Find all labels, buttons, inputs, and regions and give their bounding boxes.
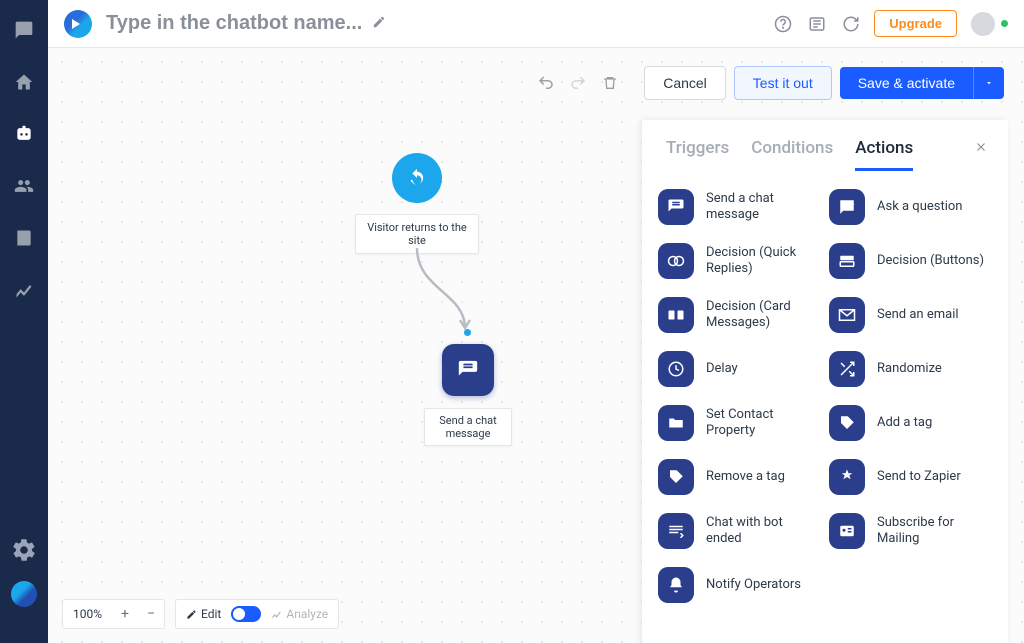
action-label: Send a chat message [706, 191, 821, 224]
status-indicator-icon [1001, 20, 1008, 27]
undo-icon[interactable] [534, 71, 558, 95]
header-bar: Upgrade [48, 0, 1024, 48]
quick-icon [658, 243, 694, 279]
buttons-icon [829, 243, 865, 279]
tab-conditions[interactable]: Conditions [751, 138, 833, 171]
shuffle-icon [829, 351, 865, 387]
delete-icon[interactable] [598, 71, 622, 95]
action-label: Ask a question [877, 199, 962, 215]
zoom-value: 100% [63, 607, 112, 621]
action-label: Remove a tag [706, 469, 785, 485]
help-icon[interactable] [772, 13, 794, 35]
trigger-node[interactable] [392, 153, 442, 203]
action-label: Set Contact Property [706, 407, 821, 440]
action-send-chat[interactable]: Send a chat message [658, 189, 821, 225]
email-icon [829, 297, 865, 333]
subscribe-icon [829, 513, 865, 549]
action-label: Send an email [877, 307, 959, 323]
side-panel-scroll[interactable]: Triggers Conditions Actions Send a chat … [642, 120, 1008, 643]
sidebar-home-icon[interactable] [12, 70, 36, 94]
edit-mode-label[interactable]: Edit [186, 607, 221, 621]
save-button[interactable]: Save & activate [840, 67, 973, 99]
sidebar-people-icon[interactable] [12, 174, 36, 198]
tag-icon [658, 459, 694, 495]
action-ask-question[interactable]: Ask a question [829, 189, 992, 225]
canvas-toolbar: Cancel Test it out Save & activate [534, 66, 1004, 100]
action-label: Add a tag [877, 415, 932, 431]
chatbot-name-input[interactable] [106, 12, 366, 35]
sidebar-settings-icon[interactable] [11, 537, 37, 563]
edit-name-icon[interactable] [372, 14, 386, 33]
save-dropdown-icon[interactable] [973, 67, 1004, 99]
left-sidebar [0, 0, 48, 643]
actions-list: Send a chat message Ask a question Decisio… [642, 171, 1008, 623]
chat-icon [658, 189, 694, 225]
sidebar-book-icon[interactable] [12, 226, 36, 250]
action-label: Decision (Buttons) [877, 253, 984, 269]
side-panel: Triggers Conditions Actions Send a chat … [642, 120, 1008, 643]
clock-icon [658, 351, 694, 387]
action-send-email[interactable]: Send an email [829, 297, 992, 333]
zoom-out-icon[interactable]: − [138, 599, 164, 629]
test-button[interactable]: Test it out [734, 66, 832, 100]
action-node[interactable] [442, 344, 494, 396]
cancel-button[interactable]: Cancel [644, 66, 726, 100]
flow-edge [415, 248, 475, 338]
zap-icon [829, 459, 865, 495]
bell-icon [658, 567, 694, 603]
action-add-tag[interactable]: Add a tag [829, 405, 992, 441]
action-decision-card[interactable]: Decision (Card Messages) [658, 297, 821, 333]
action-label: Subscribe for Mailing [877, 515, 992, 548]
action-delay[interactable]: Delay [658, 351, 821, 387]
close-panel-icon[interactable] [972, 138, 990, 156]
sidebar-analytics-icon[interactable] [12, 278, 36, 302]
action-remove-tag[interactable]: Remove a tag [658, 459, 821, 495]
tag-icon [829, 405, 865, 441]
sidebar-chat-icon[interactable] [12, 18, 36, 42]
zoom-control: 100% + − [62, 599, 165, 629]
action-chat-ended[interactable]: Chat with bot ended [658, 513, 821, 549]
folder-icon [658, 405, 694, 441]
canvas[interactable]: Cancel Test it out Save & activate Visit… [48, 48, 1024, 643]
edge-connector-icon[interactable] [464, 329, 471, 336]
question-icon [829, 189, 865, 225]
action-label: Chat with bot ended [706, 515, 821, 548]
action-randomize[interactable]: Randomize [829, 351, 992, 387]
user-avatar[interactable] [971, 12, 995, 36]
card-icon [658, 297, 694, 333]
action-decision-buttons[interactable]: Decision (Buttons) [829, 243, 992, 279]
analyze-mode-label[interactable]: Analyze [271, 607, 328, 621]
action-label: Send to Zapier [877, 469, 961, 485]
app-logo-icon[interactable] [64, 10, 92, 38]
action-label: Decision (Card Messages) [706, 299, 821, 332]
action-label: Randomize [877, 361, 942, 377]
mode-switch: Edit Analyze [175, 599, 339, 629]
action-notify-operators[interactable]: Notify Operators [658, 567, 821, 603]
upgrade-button[interactable]: Upgrade [874, 10, 957, 37]
news-icon[interactable] [806, 13, 828, 35]
action-decision-quick[interactable]: Decision (Quick Replies) [658, 243, 821, 279]
refresh-icon[interactable] [840, 13, 862, 35]
action-set-property[interactable]: Set Contact Property [658, 405, 821, 441]
action-label: Delay [706, 361, 738, 377]
action-subscribe-mail[interactable]: Subscribe for Mailing [829, 513, 992, 549]
action-node-label: Send a chat message [424, 408, 512, 446]
tab-actions[interactable]: Actions [855, 138, 913, 171]
sidebar-bot-icon[interactable] [12, 122, 36, 146]
redo-icon [566, 71, 590, 95]
tab-triggers[interactable]: Triggers [666, 138, 729, 171]
sidebar-brand-icon[interactable] [11, 581, 37, 607]
zoom-in-icon[interactable]: + [112, 599, 138, 629]
mode-toggle[interactable] [231, 606, 261, 622]
action-label: Decision (Quick Replies) [706, 245, 821, 278]
end-icon [658, 513, 694, 549]
action-label: Notify Operators [706, 577, 801, 593]
action-send-zapier[interactable]: Send to Zapier [829, 459, 992, 495]
